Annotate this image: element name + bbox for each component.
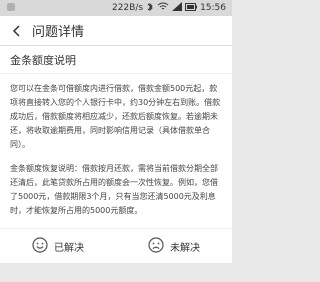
status-bar: 222B/s 15:56 — [0, 0, 232, 16]
resolved-button[interactable]: 已解决 — [32, 236, 84, 256]
status-right: 222B/s 15:56 — [112, 2, 226, 15]
bottom-strip — [0, 263, 232, 279]
signal-icon — [172, 2, 183, 14]
answer-content: 您可以在金条可借额度内进行借款，借款金额500元起，款项将直接转入您的个人银行卡… — [0, 74, 232, 228]
back-arrow-icon[interactable] — [8, 22, 26, 40]
net-speed: 222B/s — [111, 3, 144, 13]
answer-paragraph-1: 您可以在金条可借额度内进行借款，借款金额500元起，款项将直接转入您的个人银行卡… — [10, 84, 221, 149]
sad-icon — [148, 236, 164, 256]
unresolved-label: 未解决 — [170, 242, 200, 254]
clock: 15:56 — [200, 3, 226, 13]
app-header: 问题详情 — [0, 16, 232, 46]
status-left — [6, 2, 16, 15]
unresolved-button[interactable]: 未解决 — [148, 236, 200, 256]
battery-icon — [185, 2, 198, 14]
wifi-icon — [157, 2, 169, 14]
bluetooth-icon — [146, 2, 154, 15]
feedback-bar: 已解决 未解决 — [0, 228, 232, 263]
page-title: 问题详情 — [32, 25, 85, 40]
section-header: 金条额度说明 — [0, 46, 232, 74]
smile-icon — [32, 236, 48, 256]
notification-icon — [6, 2, 16, 15]
answer-paragraph-2: 金条额度恢复说明：借款按月还款，需将当前借款分期全部还清后，此笔贷款所占用的额度… — [10, 164, 218, 215]
resolved-label: 已解决 — [54, 242, 84, 254]
section-title: 金条额度说明 — [10, 53, 76, 67]
